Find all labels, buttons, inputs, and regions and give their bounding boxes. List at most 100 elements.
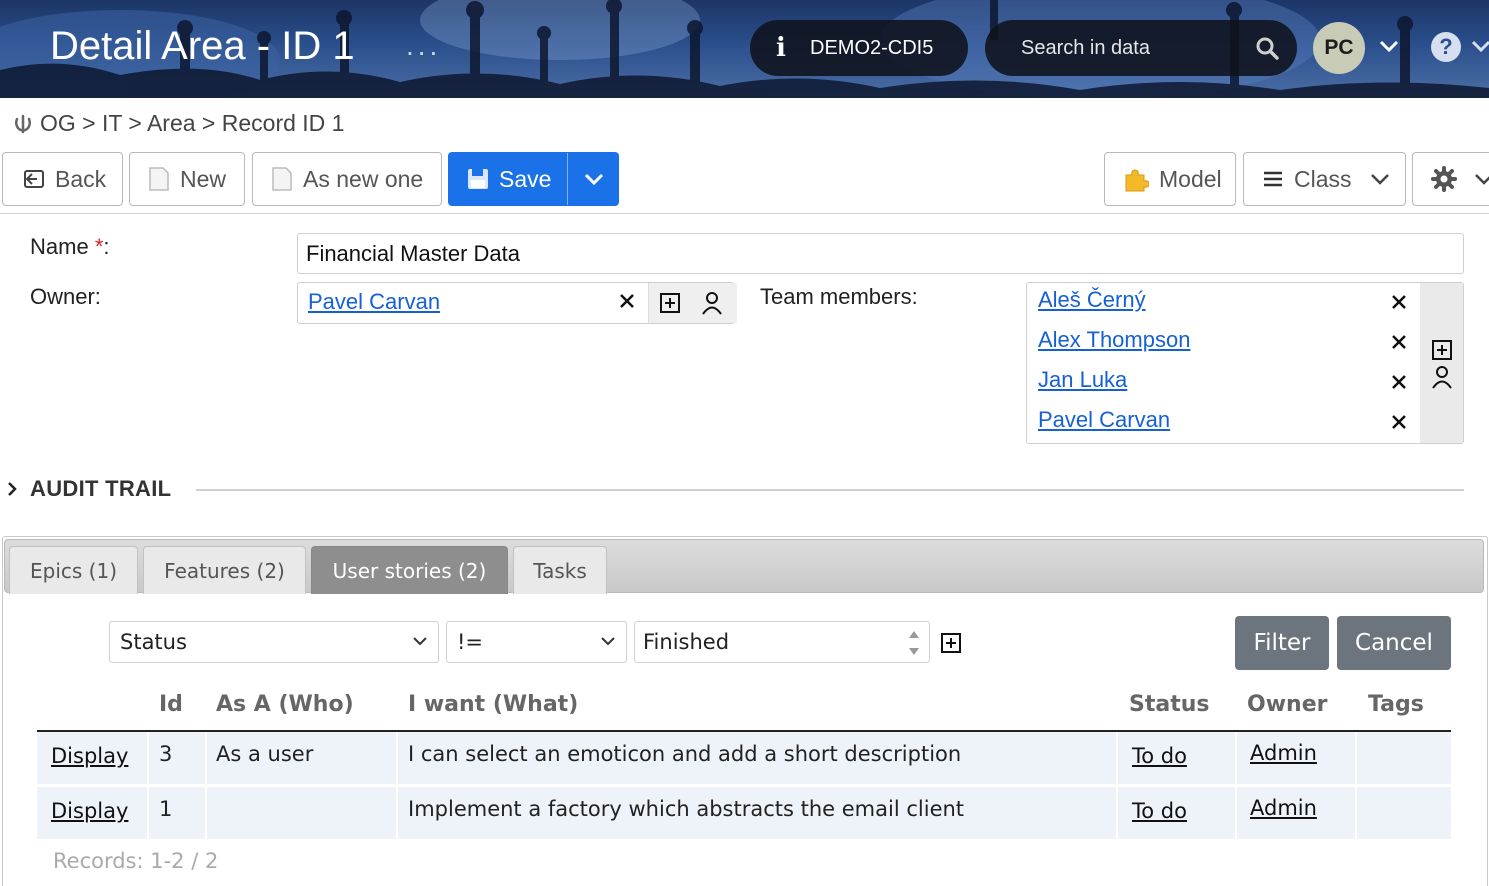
cell-what: Implement a factory which abstracts the … [408,797,965,821]
audit-trail-toggle[interactable]: AUDIT TRAIL [6,476,171,502]
audit-trail-title: AUDIT TRAIL [30,476,172,501]
owner-label: Owner: [30,284,101,309]
table-row: Display 1 Implement a factory which abst… [37,787,1451,839]
help-menu-chevron-icon[interactable] [1470,39,1489,55]
model-label: Model [1159,165,1222,192]
new-label: New [180,165,227,192]
info-icon: i [776,33,786,63]
team-members-field: Aleš Černý Alex Thompson Jan Luka Pavel … [1026,282,1464,444]
search-input[interactable] [1021,36,1241,60]
team-members-label: Team members: [760,284,918,309]
person-icon[interactable] [1431,365,1453,389]
audit-trail-divider [196,489,1464,491]
back-button[interactable]: Back [2,152,123,206]
as-new-one-label: As new one [303,165,424,192]
team-member-link[interactable]: Jan Luka [1038,367,1127,393]
person-icon[interactable] [701,291,723,315]
help-icon[interactable]: ? [1431,32,1461,62]
settings-button[interactable] [1412,152,1489,206]
remove-member-icon[interactable] [1390,293,1408,311]
filter-value-text: Finished [643,630,730,654]
owner-link[interactable]: Admin [1250,796,1317,820]
add-box-icon[interactable] [659,292,681,314]
owner-actions [648,283,737,323]
filter-field-select[interactable]: Status [109,621,439,663]
tab-epics[interactable]: Epics (1) [9,546,138,594]
column-header-what[interactable]: I want (What) [408,692,578,717]
filter-field-value: Status [120,630,187,654]
filter-operator-select[interactable]: != [446,621,627,663]
environment-badge[interactable]: i DEMO2-CDI5 [750,20,968,76]
document-copy-icon [271,166,293,192]
search-icon[interactable] [1255,36,1279,60]
environment-label: DEMO2-CDI5 [810,36,934,59]
save-label: Save [499,165,552,192]
more-options-dots[interactable]: ... [406,30,441,62]
cell-what: I can select an emoticon and add a short… [408,742,962,766]
class-label: Class [1294,165,1352,192]
search-box [985,20,1297,76]
chevron-right-icon [8,482,17,496]
page-title: Detail Area - ID 1 [50,24,355,68]
display-link[interactable]: Display [51,799,128,823]
floppy-disk-icon [467,168,489,190]
breadcrumb: OG > IT > Area > Record ID 1 [12,110,344,137]
toolbar-divider [0,213,1489,214]
column-header-owner[interactable]: Owner [1247,692,1327,717]
status-link[interactable]: To do [1132,799,1187,823]
user-avatar[interactable]: PC [1313,22,1365,74]
column-header-tags[interactable]: Tags [1368,692,1424,717]
home-icon[interactable] [12,113,34,135]
breadcrumb-path[interactable]: OG > IT > Area > Record ID 1 [40,110,344,137]
menu-lines-icon [1262,169,1284,189]
app-header: Detail Area - ID 1 ... i DEMO2-CDI5 PC ? [0,0,1489,98]
team-member-link[interactable]: Alex Thompson [1038,327,1190,353]
display-link[interactable]: Display [51,744,128,768]
gear-icon [1431,166,1457,192]
owner-field[interactable]: Pavel Carvan [297,282,737,324]
column-header-who[interactable]: As A (Who) [216,692,354,717]
class-chevron-icon [1371,174,1389,185]
remove-member-icon[interactable] [1390,373,1408,391]
name-field[interactable]: Financial Master Data [297,233,1464,274]
name-label: Name *: [30,234,110,259]
model-button[interactable]: Model [1104,152,1236,206]
add-filter-icon[interactable] [940,632,962,654]
back-icon [21,168,45,190]
tab-user-stories[interactable]: User stories (2) [311,546,508,594]
records-count: Records: 1-2 / 2 [53,849,219,873]
cancel-button[interactable]: Cancel [1337,616,1451,670]
save-options-chevron-icon[interactable] [583,172,605,188]
save-button[interactable]: Save [448,152,619,206]
chevron-down-icon [413,637,427,646]
team-member-link[interactable]: Aleš Černý [1038,287,1146,313]
as-new-one-button[interactable]: As new one [252,152,442,206]
team-member-link[interactable]: Pavel Carvan [1038,407,1170,433]
column-header-status[interactable]: Status [1129,692,1209,717]
tab-tasks[interactable]: Tasks [513,546,607,594]
tab-features[interactable]: Features (2) [143,546,306,594]
class-button[interactable]: Class [1243,152,1406,206]
owner-link[interactable]: Admin [1250,741,1317,765]
status-link[interactable]: To do [1132,744,1187,768]
column-header-id[interactable]: Id [159,692,183,717]
team-actions [1420,283,1463,443]
table-row: Display 3 As a user I can select an emot… [37,732,1451,784]
cell-id: 1 [159,797,173,821]
remove-member-icon[interactable] [1390,413,1408,431]
filter-operator-value: != [457,630,484,654]
spinner-arrows-icon[interactable] [907,627,921,659]
settings-chevron-icon [1475,174,1489,185]
owner-link[interactable]: Pavel Carvan [308,289,440,315]
add-box-icon[interactable] [1431,339,1453,361]
cell-id: 3 [159,742,173,766]
filter-button[interactable]: Filter [1235,616,1329,670]
back-label: Back [55,165,107,192]
document-icon [148,166,170,192]
user-menu-chevron-icon[interactable] [1378,39,1400,55]
remove-owner-icon[interactable] [618,292,636,310]
filter-value-input[interactable]: Finished [634,621,930,663]
chevron-down-icon [601,637,615,646]
remove-member-icon[interactable] [1390,333,1408,351]
new-button[interactable]: New [129,152,245,206]
